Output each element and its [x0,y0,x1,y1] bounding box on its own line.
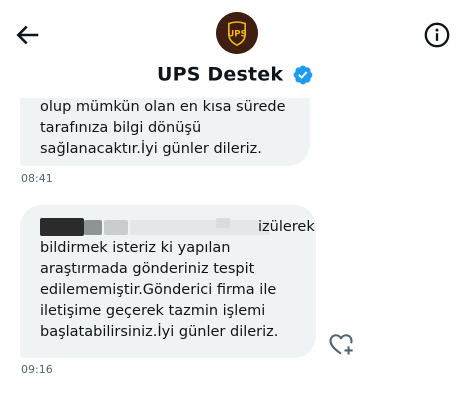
ups-logo-icon: UPS [216,12,258,54]
message-text: olup mümkün olan en kısa sürede tarafını… [40,99,286,157]
conversation-info-button[interactable] [423,21,451,49]
message-bubble[interactable]: izülerek bildirmek isteriz ki yapılan ar… [20,205,316,358]
add-reaction-button[interactable] [327,330,355,358]
heart-plus-icon [329,334,353,355]
arrow-left-icon [16,25,39,45]
message-timestamp: 09:16 [21,363,53,376]
info-icon [424,22,450,48]
profile-display-name[interactable]: UPS Destek [0,63,471,86]
avatar[interactable]: UPS [216,12,258,54]
display-name-text: UPS Destek [156,63,284,86]
message-text: izülerek bildirmek isteriz ki yapılan ar… [40,219,315,340]
conversation-header: UPS UPS Destek [0,0,471,98]
verified-badge-icon [293,65,313,84]
message-timestamp: 08:41 [21,172,53,185]
ups-logo-text: UPS [227,30,246,40]
back-button[interactable] [12,20,42,50]
